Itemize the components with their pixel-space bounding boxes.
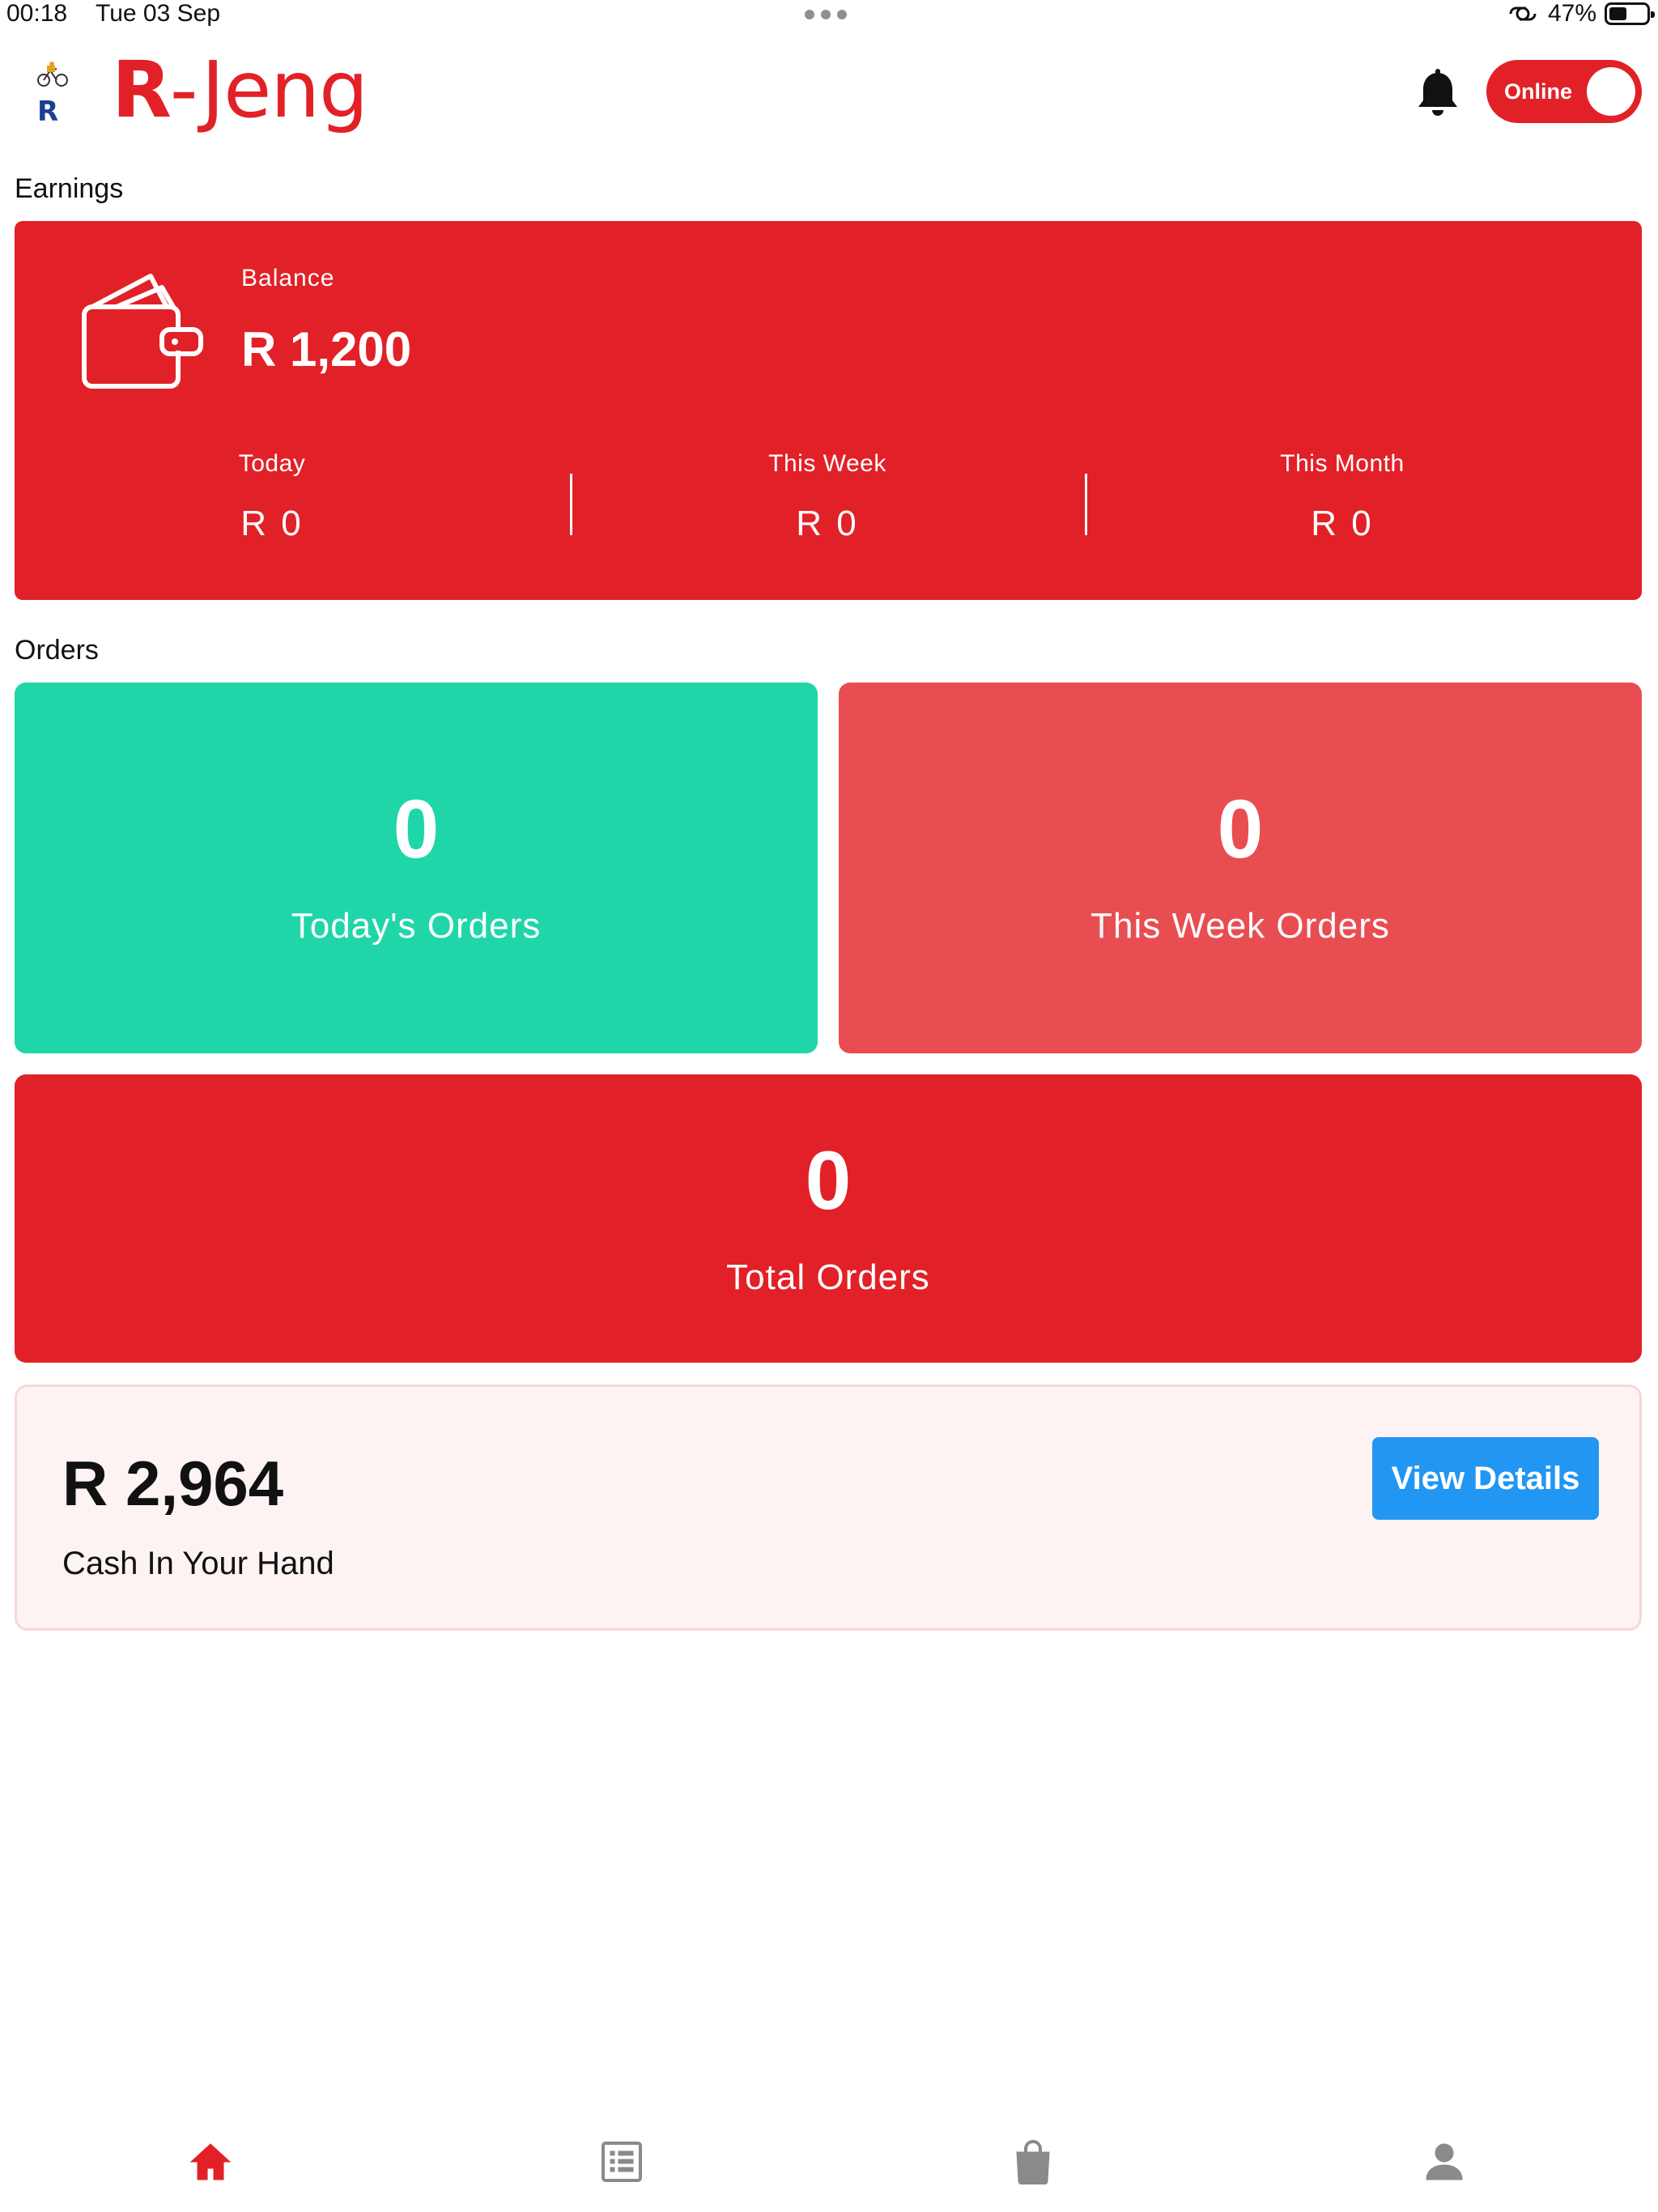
multitasking-dots-icon[interactable]	[805, 10, 853, 19]
cash-value: R 2,964	[62, 1448, 284, 1519]
battery-percent: 47%	[1547, 0, 1596, 27]
this-week-orders-card[interactable]: 0 This Week Orders	[839, 683, 1642, 1053]
nav-profile[interactable]	[1396, 2129, 1493, 2194]
period-value: R 0	[240, 504, 304, 543]
period-value: R 0	[796, 504, 859, 543]
status-bar: 00:18 Tue 03 Sep 47%	[0, 0, 1658, 29]
period-label: This Month	[1280, 450, 1405, 477]
cash-in-hand-card: R 2,964 Cash In Your Hand View Details	[15, 1385, 1642, 1631]
status-time: 00:18	[6, 0, 68, 27]
total-orders-card[interactable]: 0 Total Orders	[15, 1074, 1642, 1363]
svg-text:R: R	[37, 96, 58, 125]
shopping-bag-icon	[1016, 2140, 1050, 2184]
period-label: Today	[238, 450, 306, 477]
toggle-knob	[1587, 67, 1635, 116]
online-status-label: Online	[1504, 79, 1573, 104]
order-count: 0	[1217, 783, 1264, 875]
profile-icon	[1426, 2143, 1463, 2180]
order-label: Today's Orders	[291, 906, 542, 946]
earnings-period-month: This Month R 0	[1085, 450, 1600, 544]
nav-home[interactable]	[162, 2129, 259, 2194]
earnings-period-today: Today R 0	[15, 450, 529, 544]
brand-logo-prefix: R	[112, 45, 172, 135]
order-label: Total Orders	[726, 1257, 930, 1297]
battery-icon	[1605, 2, 1655, 25]
period-label: This Week	[768, 450, 886, 477]
nav-orders-list[interactable]	[573, 2129, 670, 2194]
home-icon	[189, 2143, 232, 2180]
orders-section-title: Orders	[15, 635, 99, 666]
online-status-toggle[interactable]: Online	[1486, 60, 1642, 123]
list-icon	[602, 2142, 642, 2182]
brand-logo-text: -Jeng	[169, 45, 368, 135]
period-value: R 0	[1311, 504, 1374, 543]
nav-shopping[interactable]	[984, 2129, 1082, 2194]
status-date: Tue 03 Sep	[96, 0, 220, 27]
cash-label: Cash In Your Hand	[62, 1546, 334, 1581]
brand-logo: R -Jeng	[112, 45, 368, 134]
earnings-card: Balance R 1,200 Today R 0 This Week R 0 …	[15, 221, 1642, 600]
view-details-button[interactable]: View Details	[1372, 1437, 1599, 1520]
todays-orders-card[interactable]: 0 Today's Orders	[15, 683, 818, 1053]
status-indicators: 47%	[1506, 0, 1655, 28]
order-count: 0	[805, 1134, 852, 1227]
order-count: 0	[393, 783, 440, 875]
earnings-section-title: Earnings	[15, 173, 124, 204]
balance-label: Balance	[241, 265, 335, 291]
earnings-period-week: This Week R 0	[570, 450, 1085, 544]
order-label: This Week Orders	[1090, 906, 1390, 946]
bottom-nav	[0, 2105, 1658, 2212]
balance-value: R 1,200	[241, 322, 412, 376]
battery-fill	[1609, 7, 1626, 20]
rider-logo-icon: R	[37, 62, 68, 125]
wallet-icon	[82, 274, 203, 389]
bell-icon[interactable]	[1415, 68, 1460, 118]
link-icon	[1509, 6, 1537, 21]
app-header: R R -Jeng Online	[0, 40, 1658, 138]
